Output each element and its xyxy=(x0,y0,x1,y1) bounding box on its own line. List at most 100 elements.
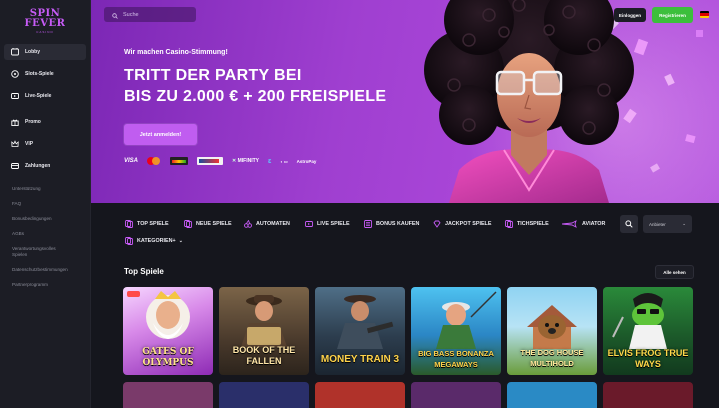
tab-label: NEUE SPIELE xyxy=(196,221,232,227)
tab-label: AUTOMATEN xyxy=(256,221,290,227)
tab-label: AVIATOR xyxy=(582,221,606,227)
sidebar-item-label: VIP xyxy=(25,141,34,147)
search-input[interactable]: Suche xyxy=(123,12,139,18)
search-icon xyxy=(112,6,118,24)
chevron-down-icon: ⌄ xyxy=(682,221,686,226)
sidebar-item-label: Zahlungen xyxy=(25,163,51,169)
hero-banner: Suche Wir machen Casino-Stimmung! TRITT … xyxy=(91,0,719,203)
sidebar-item-lobby[interactable]: Lobby xyxy=(4,44,86,60)
sidebar-links: Unterstützung FAQ Bonusbedingungen AGBs … xyxy=(0,186,90,288)
diamond-icon xyxy=(433,220,441,228)
game-tile-big-bass-bonanza[interactable]: BIG BASS BONANZA MEGAWAYS xyxy=(411,287,501,375)
link-bonus-terms[interactable]: Bonusbedingungen xyxy=(12,216,90,222)
sidebar-item-slots[interactable]: Slots-Spiele xyxy=(4,66,86,82)
hero-title-line2: BIS ZU 2.000 € + 200 FREISPIELE xyxy=(124,88,387,105)
game-tile-elvis-frog[interactable]: ELVIS FROG TRUE WAYS xyxy=(603,287,693,375)
slots-icon xyxy=(11,70,19,78)
game-name: MONEY TRAIN 3 xyxy=(320,354,400,365)
ecopayz-icon: ε xyxy=(268,157,272,165)
mastercard-icon xyxy=(147,157,161,165)
signup-button[interactable]: Jetzt anmelden! xyxy=(124,124,197,145)
cherries-icon xyxy=(244,219,252,228)
link-faq[interactable]: FAQ xyxy=(12,201,90,207)
bank-transfer-icon xyxy=(197,157,224,165)
bonus-buy-icon xyxy=(364,220,372,228)
provider-select-value: Anbieter xyxy=(649,221,666,227)
categories-icon xyxy=(125,237,133,245)
game-tile-row2-1[interactable] xyxy=(123,382,213,408)
sidebar-item-label: Live-Spiele xyxy=(25,93,52,99)
hero-woman-illustration xyxy=(424,0,634,203)
tab-aviator[interactable]: AVIATOR xyxy=(561,220,606,228)
new-games-icon xyxy=(184,220,192,228)
game-tile-gates-of-olympus[interactable]: GATES OF OLYMPUS xyxy=(123,287,213,375)
brand-logo[interactable]: SPIN FEVER CASINO xyxy=(0,0,90,42)
link-support[interactable]: Unterstützung xyxy=(12,186,90,192)
mifinity-logo: ✕ MIFINITY xyxy=(232,158,259,164)
category-bar: TOP SPIELE NEUE SPIELE AUTOMATEN LIVE SP… xyxy=(91,203,719,258)
tab-top-games[interactable]: TOP SPIELE xyxy=(125,220,169,228)
sidebar-item-vip[interactable]: VIP xyxy=(4,136,86,152)
paysafecard-icon xyxy=(170,157,189,165)
cash-to-code-icon: ◐ ▭ xyxy=(280,158,288,164)
game-tile-row2-4[interactable] xyxy=(411,382,501,408)
tab-slots[interactable]: AUTOMATEN xyxy=(244,219,290,228)
game-tile-book-of-the-fallen[interactable]: BOOK OF THE FALLEN xyxy=(219,287,309,375)
sidebar-nav-secondary: Promo VIP Zahlungen xyxy=(0,114,90,174)
tab-bonus-buy[interactable]: BONUS KAUFEN xyxy=(364,220,419,228)
sidebar-item-payments[interactable]: Zahlungen xyxy=(4,158,86,174)
link-privacy[interactable]: Datenschutzbestimmungen xyxy=(12,267,90,273)
game-tile-row2-2[interactable] xyxy=(219,382,309,408)
tab-live-games[interactable]: LIVE SPIELE xyxy=(305,220,350,228)
tab-label: LIVE SPIELE xyxy=(317,221,350,227)
brand-line1: SPIN xyxy=(29,7,61,19)
tab-label: BONUS KAUFEN xyxy=(376,221,420,227)
astropay-logo: AstroPay xyxy=(297,159,317,164)
sidebar-item-promo[interactable]: Promo xyxy=(4,114,86,130)
live-icon xyxy=(11,92,19,100)
register-button[interactable]: Registrieren xyxy=(652,7,693,23)
lobby-icon xyxy=(11,48,19,56)
sidebar-item-live[interactable]: Live-Spiele xyxy=(4,88,86,104)
section-title-top-games: Top Spiele xyxy=(124,267,164,276)
mifinity-label: MIFINITY xyxy=(237,158,259,164)
tab-label: TOP SPIELE xyxy=(137,221,169,227)
link-affiliate[interactable]: Partnerprogramm xyxy=(12,282,90,288)
hero-subtitle: Wir machen Casino-Stimmung! xyxy=(124,49,228,56)
game-name: BIG BASS BONANZA MEGAWAYS xyxy=(418,349,494,369)
game-name: BOOK OF THE FALLEN xyxy=(232,345,296,366)
tab-new-games[interactable]: NEUE SPIELE xyxy=(184,220,232,228)
game-tile-money-train-3[interactable]: MONEY TRAIN 3 xyxy=(315,287,405,375)
astropay-label: AstroPay xyxy=(296,158,317,164)
search-bar[interactable]: Suche xyxy=(104,7,196,22)
game-name: THE DOG HOUSE MULTIHOLD xyxy=(520,348,584,368)
login-button[interactable]: Einloggen xyxy=(614,8,646,22)
game-tile-row2-3[interactable] xyxy=(315,382,405,408)
sidebar-item-label: Lobby xyxy=(25,49,40,55)
game-tile-the-dog-house[interactable]: THE DOG HOUSE MULTIHOLD xyxy=(507,287,597,375)
link-responsible-gaming[interactable]: Verantwortungsvolles Spielen xyxy=(12,246,72,258)
sidebar-nav: Lobby Slots-Spiele Live-Spiele xyxy=(0,44,90,104)
tab-table-games[interactable]: TICHSPIELE xyxy=(505,220,549,228)
german-flag-icon[interactable] xyxy=(700,11,709,18)
see-all-button[interactable]: Alle sehen xyxy=(655,265,694,279)
sidebar-item-label: Slots-Spiele xyxy=(25,71,54,77)
provider-select[interactable]: Anbieter ⌄ xyxy=(643,215,692,233)
sidebar: SPIN FEVER CASINO Lobby Slots-Spiele Liv… xyxy=(0,0,91,408)
chevron-down-icon: ⌄ xyxy=(178,238,183,244)
game-tile-row2-6[interactable] xyxy=(603,382,693,408)
sidebar-item-label: Promo xyxy=(25,119,41,125)
game-tile-row2-5[interactable] xyxy=(507,382,597,408)
tab-jackpot-games[interactable]: JACKPOT SPIELE xyxy=(433,220,491,228)
game-search-button[interactable] xyxy=(620,215,638,233)
gift-icon xyxy=(11,118,19,126)
tab-categories[interactable]: KATEGORIEN+ ⌄ xyxy=(125,237,183,245)
game-name: GATES OF OLYMPUS xyxy=(142,347,194,368)
link-terms[interactable]: AGBs xyxy=(12,231,90,237)
top-games-icon xyxy=(125,220,133,228)
app: SPIN FEVER CASINO Lobby Slots-Spiele Liv… xyxy=(0,0,719,408)
crown-icon xyxy=(11,140,19,148)
game-name: ELVIS FROG TRUE WAYS xyxy=(607,348,689,369)
tab-label: JACKPOT SPIELE xyxy=(445,221,492,227)
payment-methods: VISA ✕ MIFINITY ε ◐ ▭ AstroPay xyxy=(124,157,316,165)
